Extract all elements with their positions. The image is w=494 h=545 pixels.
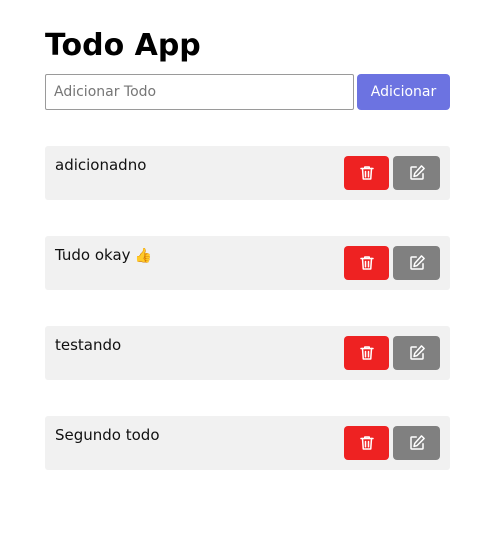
edit-todo-button[interactable] [393,246,440,280]
todo-item: Segundo todo [45,416,450,470]
todo-item: adicionadno [45,146,450,200]
edit-todo-button[interactable] [393,156,440,190]
add-todo-button[interactable]: Adicionar [357,74,450,110]
delete-todo-button[interactable] [344,426,389,460]
edit-todo-button[interactable] [393,336,440,370]
todo-item: Tudo okay 👍 [45,236,450,290]
trash-icon [358,344,376,362]
delete-todo-button[interactable] [344,336,389,370]
delete-todo-button[interactable] [344,156,389,190]
todo-text: Segundo todo [55,426,160,444]
delete-todo-button[interactable] [344,246,389,280]
edit-todo-button[interactable] [393,426,440,460]
trash-icon [358,434,376,452]
edit-icon [408,164,426,182]
todo-text: Tudo okay 👍 [55,246,152,264]
trash-icon [358,164,376,182]
todo-list: adicionadno Tudo okay 👍 testando Segundo… [45,146,450,506]
edit-icon [408,254,426,272]
thumbs-up-emoji: 👍 [134,248,152,264]
edit-icon [408,434,426,452]
edit-icon [408,344,426,362]
todo-item: testando [45,326,450,380]
add-todo-form: Adicionar [45,74,450,110]
todo-text: testando [55,336,122,354]
add-todo-input[interactable] [45,74,354,110]
trash-icon [358,254,376,272]
page-title: Todo App [45,28,201,63]
todo-text: adicionadno [55,156,147,174]
